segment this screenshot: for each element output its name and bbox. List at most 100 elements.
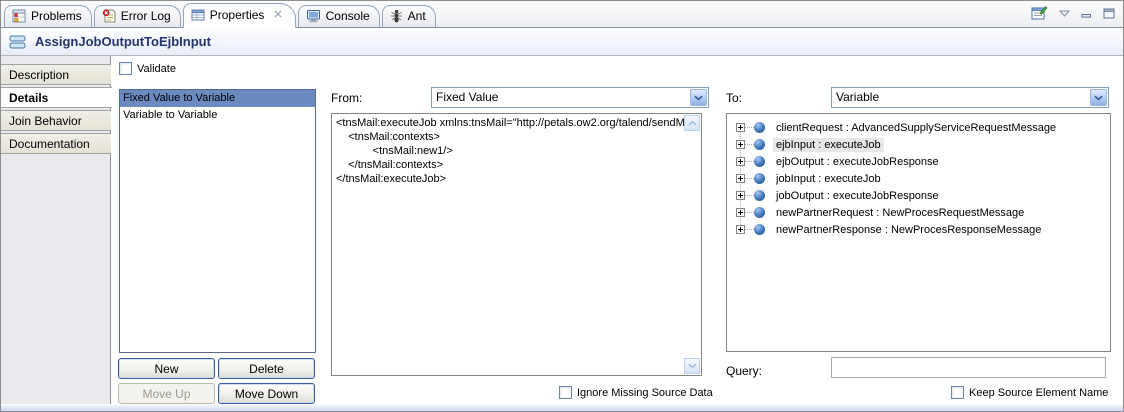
sidebar-item-details[interactable]: Details <box>1 87 112 108</box>
tree-row[interactable]: clientRequest : AdvancedSupplyServiceReq… <box>727 119 1110 136</box>
expand-icon[interactable] <box>736 140 745 149</box>
checkbox-label: Keep Source Element Name <box>969 387 1108 399</box>
tree-item-label: newPartnerRequest : NewProcesRequestMess… <box>773 206 1027 220</box>
ignore-missing-source-checkbox[interactable]: Ignore Missing Source Data <box>559 386 713 399</box>
xml-content: <tnsMail:executeJob xmlns:tnsMail="http:… <box>332 114 701 188</box>
validate-checkbox[interactable]: Validate <box>119 62 176 75</box>
variable-icon <box>754 190 765 201</box>
sidebar-item-description[interactable]: Description <box>1 64 111 85</box>
close-icon[interactable]: ✕ <box>273 8 282 21</box>
view-menu-icon[interactable] <box>1059 10 1070 17</box>
tree-row[interactable]: newPartnerRequest : NewProcesRequestMess… <box>727 204 1110 221</box>
variable-icon <box>754 173 765 184</box>
properties-icon <box>191 8 205 22</box>
page-title: AssignJobOutputToEjbInput <box>35 34 211 49</box>
section-titlebar: AssignJobOutputToEjbInput <box>1 28 1123 56</box>
tab-console[interactable]: Console <box>298 5 380 27</box>
tab-properties[interactable]: Properties ✕ <box>183 3 296 28</box>
view-tabbar: Problems Error Log Properties ✕ <box>1 1 1123 28</box>
tree-row[interactable]: newPartnerResponse : NewProcesResponseMe… <box>727 221 1110 238</box>
to-label: To: <box>726 91 742 105</box>
sidebar-item-label: Join Behavior <box>9 114 82 128</box>
delete-button[interactable]: Delete <box>218 358 315 379</box>
tree-item-label: clientRequest : AdvancedSupplyServiceReq… <box>773 121 1059 135</box>
ant-icon <box>390 9 403 23</box>
tree-row[interactable]: jobInput : executeJob <box>727 170 1110 187</box>
combo-value: Fixed Value <box>436 90 498 104</box>
console-icon <box>306 9 321 23</box>
expand-icon[interactable] <box>736 174 745 183</box>
query-input[interactable] <box>831 357 1106 378</box>
checkbox-label: Ignore Missing Source Data <box>577 387 713 399</box>
tree-item-label: newPartnerResponse : NewProcesResponseMe… <box>773 223 1044 237</box>
maximize-icon[interactable] <box>1103 8 1115 19</box>
sidebar-item-label: Documentation <box>9 137 90 151</box>
to-combo[interactable]: Variable <box>831 87 1109 108</box>
details-panel: Validate Fixed Value to Variable Variabl… <box>112 56 1123 404</box>
assignment-list: Fixed Value to Variable Variable to Vari… <box>119 89 316 353</box>
tree-item-label: jobOutput : executeJobResponse <box>773 189 942 203</box>
tab-error-log[interactable]: Error Log <box>94 5 181 27</box>
list-item[interactable]: Variable to Variable <box>120 107 315 124</box>
tree-connector <box>745 144 754 145</box>
properties-view: Problems Error Log Properties ✕ <box>0 0 1124 412</box>
tree-row[interactable]: jobOutput : executeJobResponse <box>727 187 1110 204</box>
sidebar-item-join-behavior[interactable]: Join Behavior <box>1 110 111 131</box>
tree-item-label: ejbOutput : executeJobResponse <box>773 155 942 169</box>
sidebar-item-documentation[interactable]: Documentation <box>1 133 111 154</box>
sidebar-item-label: Description <box>9 68 69 82</box>
variable-icon <box>754 122 765 133</box>
expand-icon[interactable] <box>736 157 745 166</box>
scroll-down-icon[interactable] <box>684 358 700 374</box>
tab-label: Problems <box>31 9 82 23</box>
bottom-edge <box>1 404 1123 411</box>
expand-icon[interactable] <box>736 225 745 234</box>
sidebar-item-label: Details <box>9 91 48 105</box>
tree-connector <box>745 127 754 128</box>
expand-icon[interactable] <box>736 208 745 217</box>
tab-label: Console <box>326 9 370 23</box>
expand-icon[interactable] <box>736 191 745 200</box>
tree-item-label: jobInput : executeJob <box>773 172 884 186</box>
tree-item-label: ejbInput : executeJob <box>773 138 884 152</box>
chevron-down-icon[interactable] <box>690 89 707 106</box>
tree-row[interactable]: ejbOutput : executeJobResponse <box>727 153 1110 170</box>
checkbox-box[interactable] <box>951 386 964 399</box>
expand-icon[interactable] <box>736 123 745 132</box>
tree-row[interactable]: ejbInput : executeJob <box>727 136 1110 153</box>
note-edit-icon[interactable] <box>1031 5 1048 21</box>
move-up-button: Move Up <box>118 383 215 404</box>
fixed-value-editor[interactable]: <tnsMail:executeJob xmlns:tnsMail="http:… <box>331 113 702 376</box>
variable-icon <box>754 139 765 150</box>
problems-icon <box>12 9 26 23</box>
combo-value: Variable <box>836 90 879 104</box>
scroll-up-icon[interactable] <box>684 115 700 131</box>
error-log-icon <box>102 9 116 23</box>
chevron-down-icon[interactable] <box>1090 89 1107 106</box>
variable-icon <box>754 207 765 218</box>
tree-connector <box>745 212 754 213</box>
list-item[interactable]: Fixed Value to Variable <box>120 90 315 107</box>
variable-tree: clientRequest : AdvancedSupplyServiceReq… <box>726 113 1111 352</box>
properties-section-tabs: Description Details Join Behavior Docume… <box>1 56 111 404</box>
minimize-icon[interactable] <box>1081 9 1092 18</box>
variable-icon <box>754 224 765 235</box>
new-button[interactable]: New <box>118 358 215 379</box>
tree-connector <box>745 178 754 179</box>
move-down-button[interactable]: Move Down <box>218 383 315 404</box>
tab-label: Properties <box>210 8 265 22</box>
tab-problems[interactable]: Problems <box>4 5 92 27</box>
tree-connector <box>745 229 754 230</box>
checkbox-box[interactable] <box>119 62 132 75</box>
tree-connector <box>745 195 754 196</box>
variable-icon <box>754 156 765 167</box>
keep-source-element-checkbox[interactable]: Keep Source Element Name <box>951 386 1108 399</box>
view-toolbar <box>1031 5 1115 21</box>
checkbox-label: Validate <box>137 63 176 75</box>
from-combo[interactable]: Fixed Value <box>431 87 709 108</box>
tab-label: Ant <box>408 9 426 23</box>
tab-label: Error Log <box>121 9 171 23</box>
assign-activity-icon <box>9 35 26 49</box>
tab-ant[interactable]: Ant <box>382 5 436 27</box>
checkbox-box[interactable] <box>559 386 572 399</box>
